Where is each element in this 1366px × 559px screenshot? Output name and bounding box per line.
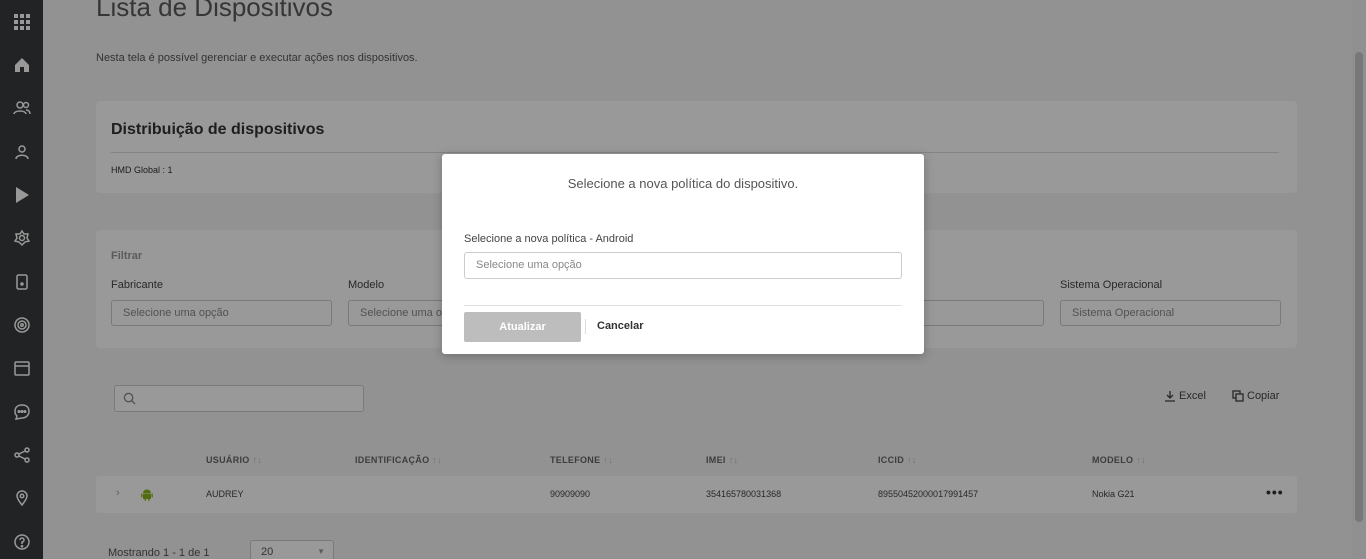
- policy-field-label: Selecione a nova política - Android: [464, 233, 634, 245]
- policy-modal: Selecione a nova política do dispositivo…: [442, 154, 924, 354]
- modal-divider: [464, 305, 902, 306]
- cancel-button[interactable]: Cancelar: [597, 320, 643, 332]
- button-separator: [585, 319, 586, 334]
- modal-title: Selecione a nova política do dispositivo…: [567, 176, 799, 191]
- policy-select[interactable]: Selecione uma opção: [464, 252, 902, 279]
- update-button[interactable]: Atualizar: [464, 312, 581, 342]
